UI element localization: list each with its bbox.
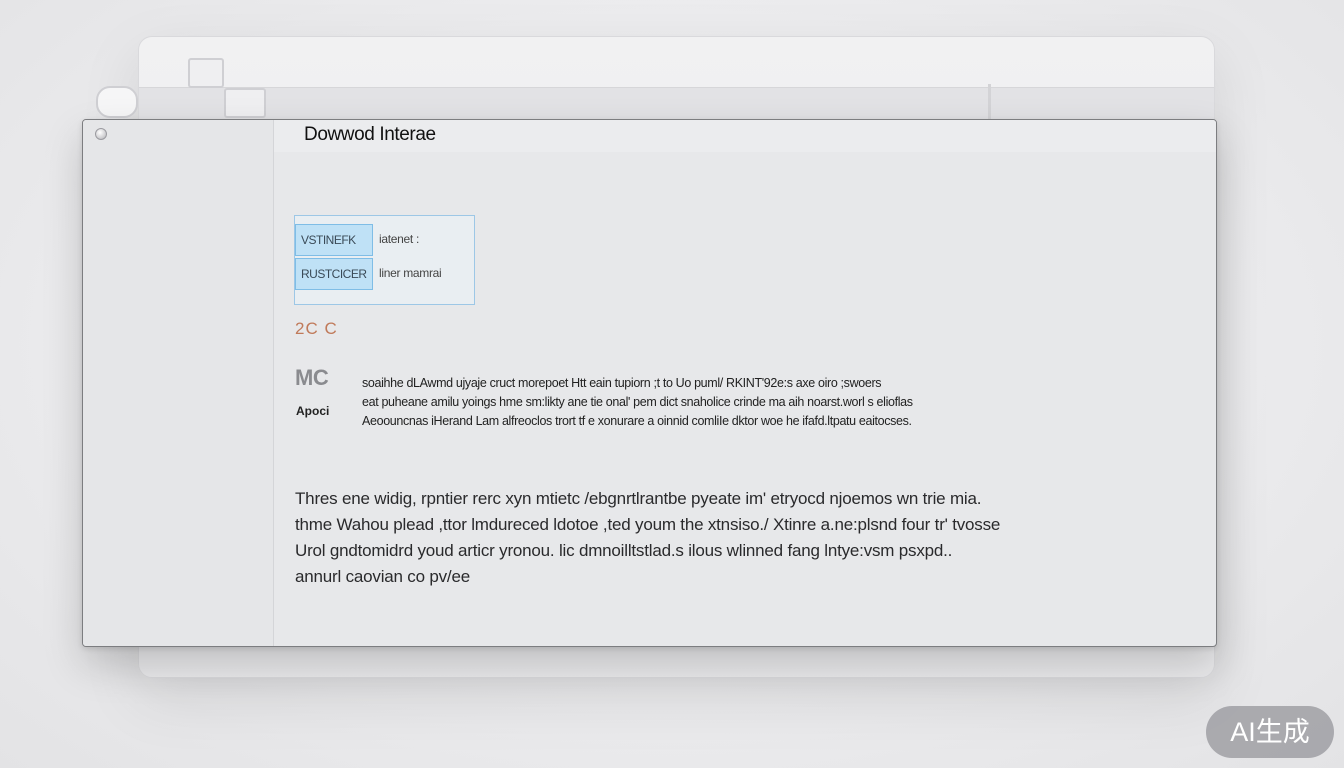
section-label: MC (295, 365, 329, 390)
section-sublabel: Apoci (296, 404, 330, 418)
option-key[interactable]: VSTINEFK (295, 224, 373, 256)
detail-line: soaihhe dLAwmd ujyaje cruct morepoet Htt… (362, 376, 882, 390)
description-line: annurl caovian co pv/ee (295, 567, 470, 586)
detail-text: soaihhe dLAwmd ujyaje cruct morepoet Htt… (362, 374, 1082, 431)
dialog-title: Dowwod Interae (304, 124, 436, 145)
ai-generated-badge: AI生成 (1206, 706, 1334, 758)
background-window-icon (188, 58, 224, 88)
option-value: liner mamrai (379, 266, 442, 280)
option-key[interactable]: RUSTCICER (295, 258, 373, 290)
background-divider (988, 84, 991, 120)
description-text: Thres ene widig, rpntier rerc xyn mtietc… (295, 486, 1115, 590)
option-value: iatenet : (379, 232, 419, 246)
detail-line: Aeoouncnas iHerand Lam alfreoclos trort … (362, 414, 912, 428)
accent-label: 2C C (295, 319, 338, 338)
background-toggle (96, 86, 138, 118)
description-line: Thres ene widig, rpntier rerc xyn mtietc… (295, 489, 982, 508)
selected-options-table: VSTINEFK iatenet : RUSTCICER liner mamra… (294, 215, 475, 305)
description-line: thme Wahou plead ,ttor lmdureced ldotoe … (295, 515, 1001, 534)
download-dialog: Dowwod Interae VSTINEFK iatenet : RUSTCI… (82, 119, 1217, 647)
description-line: Urol gndtomidrd youd articr yronou. lic … (295, 541, 953, 560)
dialog-sidebar (83, 120, 274, 646)
option-row[interactable]: RUSTCICER liner mamrai (295, 258, 474, 292)
option-row[interactable]: VSTINEFK iatenet : (295, 224, 474, 258)
background-toolbar (139, 87, 1214, 122)
detail-line: eat puheane amilu yoings hme sm:likty an… (362, 395, 913, 409)
background-tab-icon (224, 88, 266, 118)
close-button[interactable] (95, 128, 107, 140)
